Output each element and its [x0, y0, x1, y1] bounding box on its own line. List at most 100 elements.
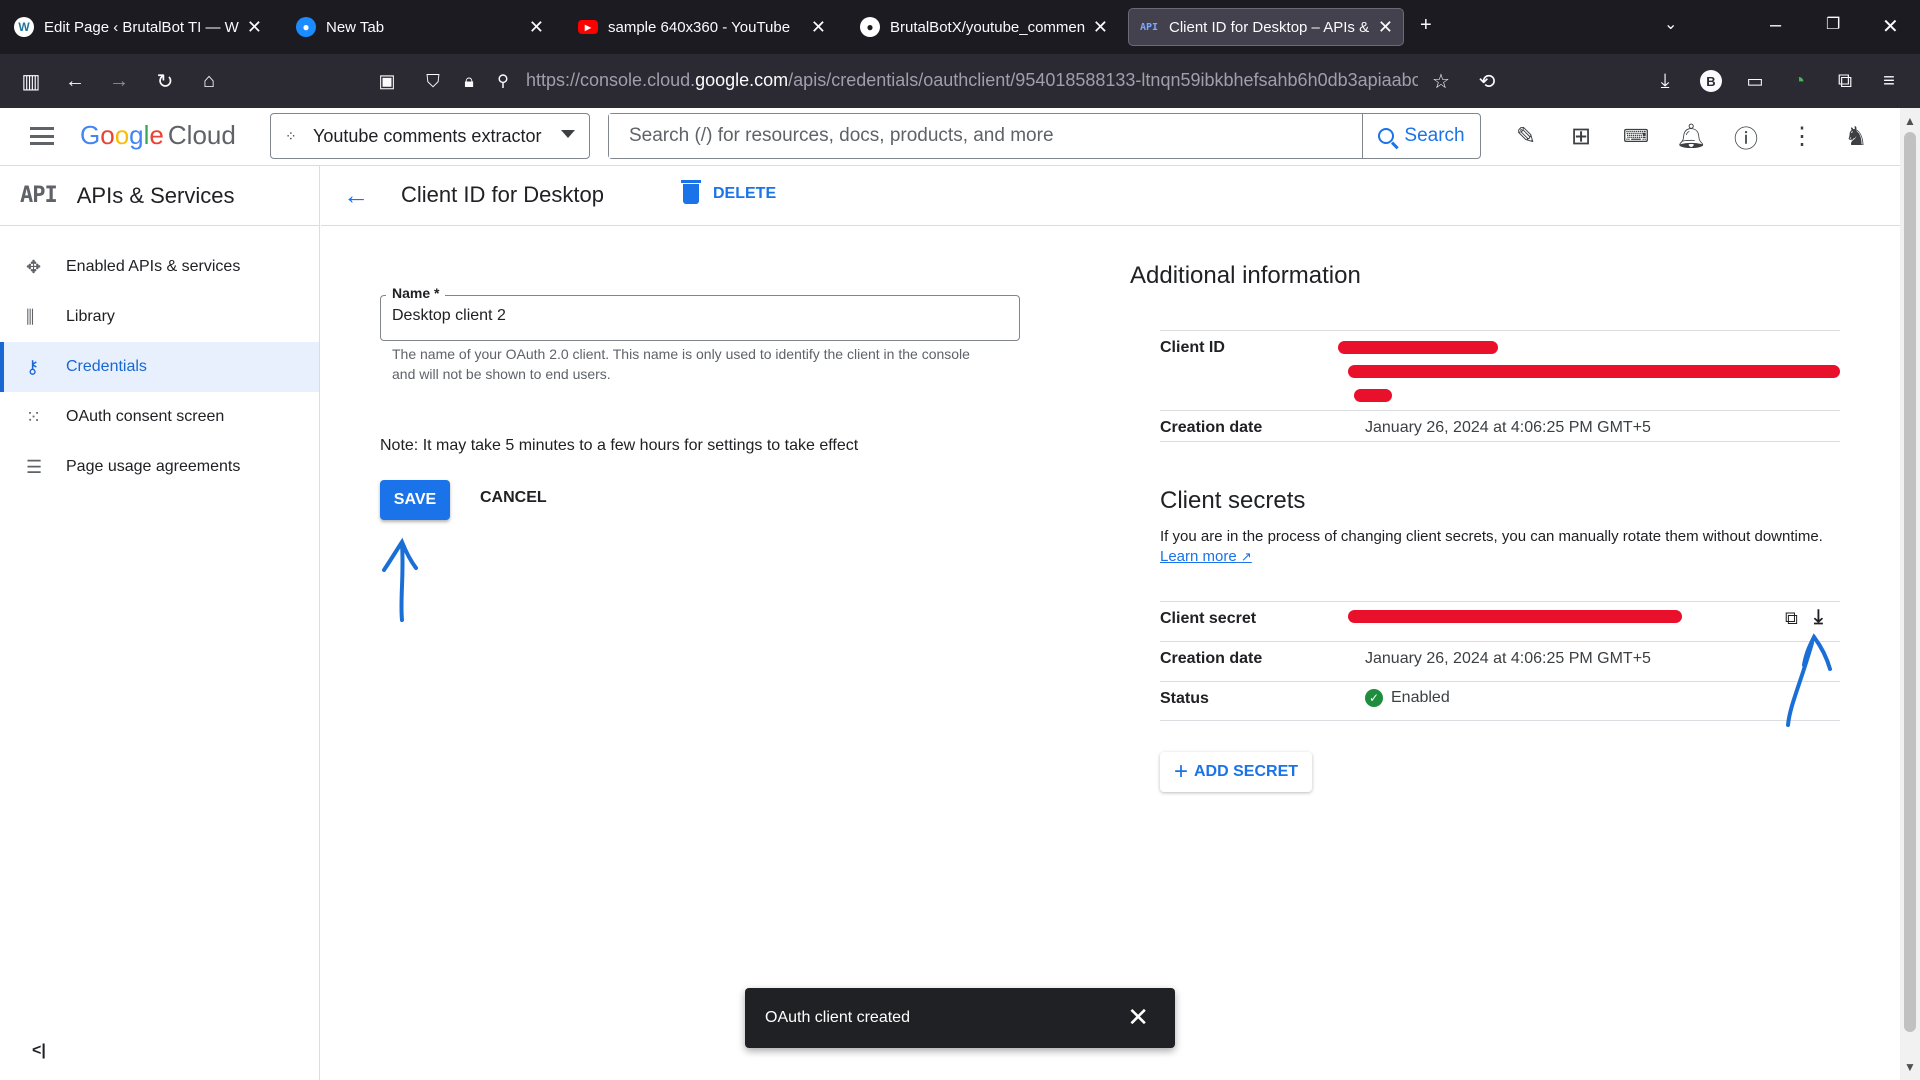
home-icon[interactable]: ⌂ — [196, 68, 222, 94]
enabled-apis-icon: ✥ — [26, 256, 42, 277]
url-bar[interactable]: https://console.cloud.google.com/apis/cr… — [526, 70, 1418, 91]
cloud-header: Google Cloud ⁘ Youtube comments extractor… — [0, 108, 1900, 166]
search-box: Search — [608, 113, 1481, 159]
api-icon: API — [1139, 21, 1159, 33]
search-input[interactable] — [609, 114, 1362, 158]
oauth-icon: ⁙ — [26, 406, 42, 427]
youtube-icon: ▶ — [578, 20, 598, 34]
name-hint: The name of your OAuth 2.0 client. This … — [392, 346, 970, 382]
redaction-mark — [1348, 365, 1840, 378]
annotation-arrow-download — [1786, 633, 1832, 727]
plus-icon: + — [1173, 758, 1188, 785]
redaction-mark — [1348, 610, 1682, 623]
close-tab-icon[interactable]: ✕ — [529, 17, 544, 38]
reader-extension-icon[interactable]: ▭ — [1742, 68, 1768, 94]
dropdown-caret-icon — [561, 130, 575, 138]
delete-button[interactable]: DELETE — [681, 180, 776, 204]
permissions-icon[interactable]: ⚲ — [490, 68, 516, 94]
name-input[interactable] — [392, 307, 992, 325]
api-icon: API — [20, 183, 58, 208]
sidebar: API APIs & Services ✥ Enabled APIs & ser… — [0, 166, 320, 1080]
google-cloud-logo[interactable]: Google Cloud — [80, 120, 236, 151]
back-arrow-icon[interactable]: ← — [343, 180, 369, 211]
tracking-shield-icon[interactable]: ⛉ — [420, 68, 446, 94]
add-secret-button[interactable]: + ADD SECRET — [1160, 752, 1312, 792]
name-label: Name * — [386, 285, 446, 301]
redaction-mark — [1338, 341, 1498, 354]
minimize-icon[interactable]: – — [1770, 14, 1781, 37]
scroll-up-icon[interactable]: ▲ — [1904, 114, 1916, 128]
restore-icon[interactable]: ❐ — [1826, 14, 1840, 34]
downloads-icon[interactable]: ⤓ — [1652, 68, 1678, 94]
trash-icon — [681, 180, 701, 204]
external-link-icon: ↗ — [1240, 549, 1252, 564]
forward-icon[interactable]: → — [106, 68, 132, 94]
project-icon: ⁘ — [285, 127, 297, 144]
lock-icon[interactable]: 🔒︎ — [456, 68, 482, 94]
page-scrollbar[interactable]: ▲ ▼ — [1900, 108, 1920, 1080]
scroll-thumb[interactable] — [1904, 132, 1916, 1032]
cancel-button[interactable]: CANCEL — [480, 489, 547, 507]
browser-nav-bar: ▥ ← → ↻ ⌂ ▣ ⛉ 🔒︎ ⚲ https://console.cloud… — [0, 54, 1920, 108]
account-avatar[interactable]: ♞ — [1840, 120, 1872, 152]
reload-icon[interactable]: ↻ — [152, 68, 178, 94]
tab-github[interactable]: ● BrutalBotX/youtube_comments ✕ — [850, 8, 1118, 46]
library-icon: ⫼ — [26, 306, 35, 327]
snackbar-message: OAuth client created — [765, 1009, 910, 1026]
search-icon — [1378, 128, 1395, 144]
cloud-shell-icon[interactable]: ⌨ — [1620, 120, 1652, 152]
search-button[interactable]: Search — [1362, 114, 1480, 158]
save-button[interactable]: SAVE — [380, 480, 450, 520]
container-icon[interactable]: ▣ — [374, 68, 400, 94]
collapse-sidebar-icon[interactable]: <| — [32, 1042, 46, 1060]
notes-icon[interactable]: ✎ — [1510, 120, 1542, 152]
sidebar-toggle-icon[interactable]: ▥ — [18, 68, 44, 94]
client-id-creation-row: Creation date January 26, 2024 at 4:06:2… — [1160, 410, 1840, 442]
secret-creation-row: Creation date January 26, 2024 at 4:06:2… — [1160, 641, 1840, 681]
bookmark-star-icon[interactable]: ☆ — [1428, 68, 1454, 94]
new-tab-icon[interactable]: + — [1420, 14, 1432, 37]
close-icon[interactable]: ✕ — [1127, 1002, 1149, 1033]
back-icon[interactable]: ← — [62, 68, 88, 94]
tab-wordpress[interactable]: W Edit Page ‹ BrutalBot TI — Word ✕ — [4, 8, 272, 46]
extensions-puzzle-icon[interactable]: ⧉ — [1832, 68, 1858, 94]
key-icon: ⚷ — [26, 356, 40, 377]
extension-green-icon[interactable]: ◔ — [1786, 68, 1812, 94]
tab-list-chevron-icon[interactable]: ⌄ — [1664, 14, 1677, 34]
tab-client-id[interactable]: API Client ID for Desktop – APIs & S ✕ — [1128, 8, 1404, 46]
firefox-icon: ● — [296, 17, 316, 37]
sidebar-item-enabled-apis[interactable]: ✥ Enabled APIs & services — [0, 242, 319, 292]
app-menu-icon[interactable]: ≡ — [1876, 68, 1902, 94]
window-close-icon[interactable]: ✕ — [1882, 14, 1899, 39]
tab-youtube[interactable]: ▶ sample 640x360 - YouTube ✕ — [568, 8, 836, 46]
additional-info-title: Additional information — [1130, 262, 1361, 289]
main-menu-icon[interactable] — [30, 127, 54, 145]
tab-new-tab[interactable]: ● New Tab ✕ — [286, 8, 554, 46]
profile-avatar[interactable]: B — [1698, 68, 1724, 94]
learn-more-link[interactable]: Learn more ↗ — [1160, 548, 1252, 565]
project-picker[interactable]: ⁘ Youtube comments extractor — [270, 113, 590, 159]
wordpress-icon: W — [14, 17, 34, 37]
sidebar-item-oauth-consent[interactable]: ⁙ OAuth consent screen — [0, 392, 319, 442]
sidebar-item-page-usage[interactable]: ☰ Page usage agreements — [0, 442, 319, 492]
sidebar-title: APIs & Services — [76, 182, 235, 208]
sidebar-item-library[interactable]: ⫼ Library — [0, 292, 319, 342]
settings-list-icon: ☰ — [26, 456, 43, 477]
scroll-down-icon[interactable]: ▼ — [1904, 1060, 1916, 1074]
close-tab-icon[interactable]: ✕ — [811, 17, 826, 38]
help-icon[interactable]: ⓘ — [1730, 120, 1762, 153]
notifications-bell-icon[interactable]: 🔔︎ — [1675, 120, 1707, 152]
client-secrets-description: If you are in the process of changing cl… — [1160, 528, 1823, 545]
check-circle-icon: ✓ — [1365, 689, 1383, 707]
close-tab-icon[interactable]: ✕ — [247, 17, 262, 38]
history-icon[interactable]: ⟲ — [1474, 68, 1500, 94]
more-vert-icon[interactable]: ⋮ — [1786, 120, 1818, 152]
sidebar-item-credentials[interactable]: ⚷ Credentials — [0, 342, 319, 392]
close-tab-icon[interactable]: ✕ — [1378, 17, 1393, 38]
close-tab-icon[interactable]: ✕ — [1093, 17, 1108, 38]
settings-note: Note: It may take 5 minutes to a few hou… — [380, 437, 859, 454]
gift-icon[interactable]: ⊞ — [1565, 120, 1597, 152]
snackbar: OAuth client created ✕ — [745, 988, 1175, 1048]
page-title: Client ID for Desktop — [401, 182, 604, 207]
sidebar-header: API APIs & Services — [0, 166, 319, 226]
